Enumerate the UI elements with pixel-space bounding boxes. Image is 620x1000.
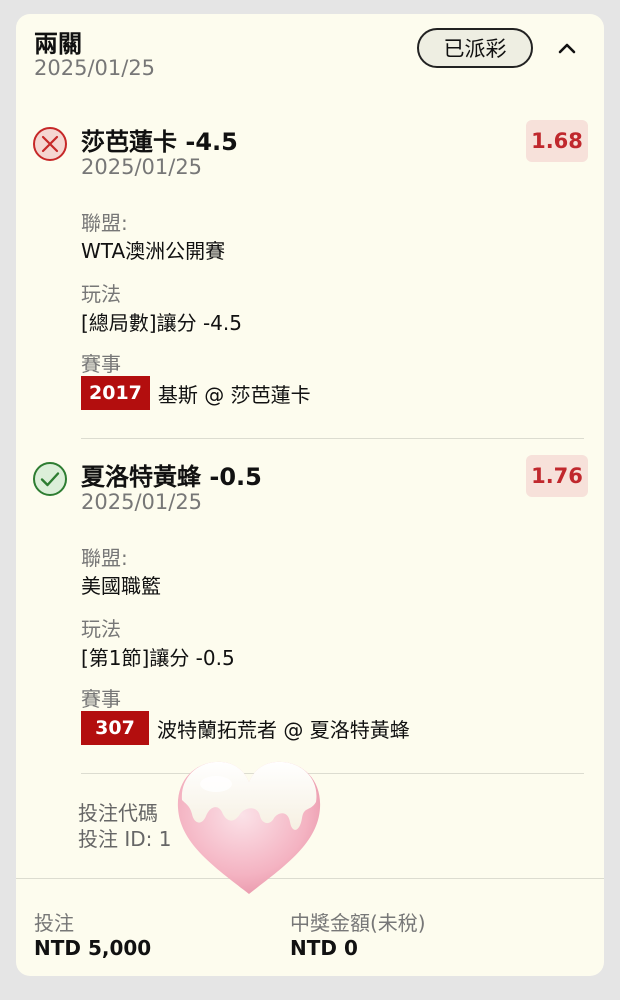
heart-sticker-icon bbox=[177, 761, 321, 894]
parlay-title: 兩關 bbox=[34, 30, 82, 58]
league-value: 美國職籃 bbox=[81, 574, 161, 598]
event-number-badge: 307 bbox=[81, 711, 149, 745]
parlay-date: 2025/01/25 bbox=[34, 56, 156, 80]
payout-label: 中獎金額(未稅) bbox=[290, 911, 426, 935]
play-value: [第1節]讓分 -0.5 bbox=[81, 646, 235, 670]
x-circle-icon bbox=[33, 127, 67, 161]
league-value: WTA澳洲公開賽 bbox=[81, 239, 226, 263]
divider bbox=[81, 438, 584, 439]
payout-value: NTD 0 bbox=[290, 936, 358, 960]
bet-code-label: 投注代碼 bbox=[78, 801, 158, 825]
event-label: 賽事 bbox=[81, 687, 121, 711]
play-label: 玩法 bbox=[81, 282, 121, 306]
bet-id-label: 投注 ID: 1 bbox=[78, 827, 172, 851]
screen: 兩關 2025/01/25 已派彩 莎芭蓮卡 -4.5 2025/01/25 1… bbox=[0, 0, 620, 1000]
event-number-badge: 2017 bbox=[81, 376, 150, 410]
divider bbox=[81, 773, 584, 774]
event-name: 波特蘭拓荒者 @ 夏洛特黃蜂 bbox=[157, 717, 410, 742]
check-circle-icon bbox=[33, 462, 67, 496]
bet-selection: 夏洛特黃蜂 -0.5 bbox=[81, 463, 262, 491]
event-name: 基斯 @ 莎芭蓮卡 bbox=[157, 382, 311, 407]
bet-date: 2025/01/25 bbox=[81, 155, 203, 179]
league-label: 聯盟: bbox=[81, 546, 128, 570]
event-row: 307 波特蘭拓荒者 @ 夏洛特黃蜂 bbox=[81, 711, 410, 745]
stake-label: 投注 bbox=[34, 911, 74, 935]
play-value: [總局數]讓分 -4.5 bbox=[81, 311, 242, 335]
event-row: 2017 基斯 @ 莎芭蓮卡 bbox=[81, 376, 311, 410]
collapse-button[interactable] bbox=[552, 34, 582, 62]
league-label: 聯盟: bbox=[81, 211, 128, 235]
bet-date: 2025/01/25 bbox=[81, 490, 203, 514]
bet-selection: 莎芭蓮卡 -4.5 bbox=[81, 128, 238, 156]
odds-badge: 1.68 bbox=[526, 120, 588, 162]
chevron-up-icon bbox=[558, 43, 576, 54]
play-label: 玩法 bbox=[81, 617, 121, 641]
event-label: 賽事 bbox=[81, 352, 121, 376]
stake-value: NTD 5,000 bbox=[34, 936, 152, 960]
odds-badge: 1.76 bbox=[526, 455, 588, 497]
status-badge: 已派彩 bbox=[417, 28, 533, 68]
